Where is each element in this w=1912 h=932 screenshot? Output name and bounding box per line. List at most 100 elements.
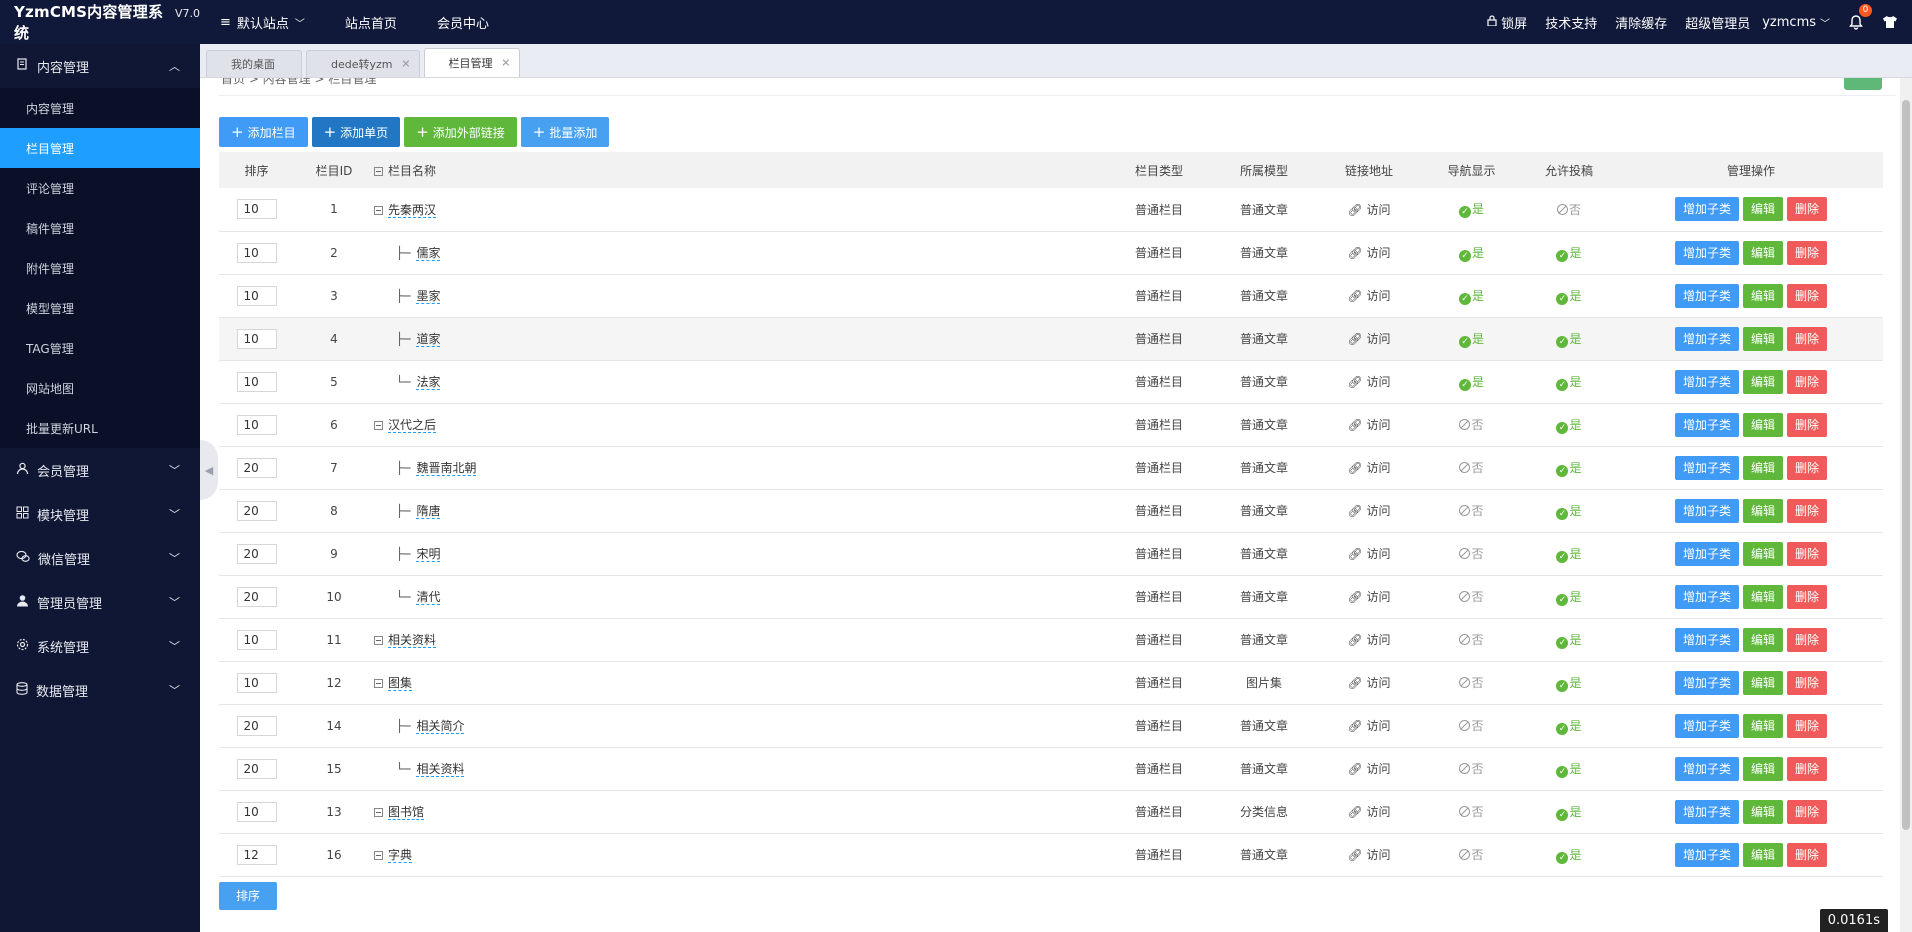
status-yes[interactable]: ✓ 是 [1458,289,1484,305]
clear-cache-button[interactable]: 清除缓存 [1615,13,1667,32]
category-name-link[interactable]: 清代 [416,590,441,605]
visit-link[interactable]: 🔗︎ 访问 [1347,375,1390,389]
edit-button[interactable]: 编辑 [1742,713,1783,738]
delete-button[interactable]: 删除 [1787,541,1828,566]
status-no[interactable]: 否 [1459,805,1484,819]
tech-support-link[interactable]: 技术支持 [1545,13,1597,32]
add-child-button[interactable]: 增加子类 [1674,455,1739,480]
visit-link[interactable]: 🔗︎ 访问 [1347,332,1390,346]
add-child-button[interactable]: 增加子类 [1674,799,1739,824]
sidebar-section-data[interactable]: 数据管理 ﹀ [0,668,200,712]
category-name-link[interactable]: 魏晋南北朝 [416,461,477,476]
add-child-button[interactable]: 增加子类 [1674,283,1739,308]
visit-link[interactable]: 🔗︎ 访问 [1347,418,1390,432]
delete-button[interactable]: 删除 [1787,584,1828,609]
category-name-link[interactable]: 宋明 [416,547,441,562]
edit-button[interactable]: 编辑 [1742,412,1783,437]
sidebar-item-category[interactable]: 栏目管理 [0,128,200,168]
status-no[interactable]: 否 [1459,547,1484,561]
visit-link[interactable]: 🔗︎ 访问 [1347,762,1390,776]
order-input[interactable] [236,199,277,220]
add-category-button[interactable]: + 添加栏目 [219,117,308,147]
category-name-link[interactable]: 相关资料 [416,762,465,777]
status-no[interactable]: 否 [1459,762,1484,776]
category-name-link[interactable]: 道家 [416,332,441,347]
edit-button[interactable]: 编辑 [1742,197,1783,222]
status-yes[interactable]: ✓ 是 [1556,504,1582,520]
status-yes[interactable]: ✓ 是 [1556,461,1582,477]
order-input[interactable] [236,844,277,865]
edit-button[interactable]: 编辑 [1742,283,1783,308]
delete-button[interactable]: 删除 [1787,197,1828,222]
category-name-link[interactable]: 法家 [416,375,441,390]
page-scrollbar[interactable] [1900,78,1912,932]
status-no[interactable]: 否 [1556,203,1581,217]
status-yes[interactable]: ✓ 是 [1556,590,1582,606]
sidebar-item-comments[interactable]: 评论管理 [0,168,200,208]
sort-button[interactable]: 排序 [219,881,278,910]
scrollbar-thumb[interactable] [1902,100,1910,830]
order-input[interactable] [236,801,277,822]
add-page-button[interactable]: + 添加单页 [311,117,401,147]
collapse-all-icon[interactable] [374,166,383,176]
order-input[interactable] [236,414,277,435]
visit-link[interactable]: 🔗︎ 访问 [1347,805,1390,819]
order-input[interactable] [236,242,277,263]
sidebar-item-content[interactable]: 内容管理 [0,88,200,128]
add-child-button[interactable]: 增加子类 [1674,369,1739,394]
refresh-button[interactable] [1844,78,1882,90]
visit-link[interactable]: 🔗︎ 访问 [1347,719,1390,733]
visit-link[interactable]: 🔗︎ 访问 [1347,461,1390,475]
edit-button[interactable]: 编辑 [1742,842,1783,867]
visit-link[interactable]: 🔗︎ 访问 [1347,289,1390,303]
delete-button[interactable]: 删除 [1787,283,1828,308]
add-child-button[interactable]: 增加子类 [1674,670,1739,695]
status-yes[interactable]: ✓ 是 [1556,719,1582,735]
sidebar-item-manuscripts[interactable]: 稿件管理 [0,208,200,248]
edit-button[interactable]: 编辑 [1742,670,1783,695]
category-name-link[interactable]: 相关简介 [416,719,465,734]
visit-link[interactable]: 🔗︎ 访问 [1347,676,1390,690]
collapse-icon[interactable] [374,421,383,430]
order-input[interactable] [236,672,277,693]
category-name-link[interactable]: 相关资料 [388,633,437,648]
tab-category[interactable]: 栏目管理 ✕ [423,48,520,77]
collapse-icon[interactable] [374,679,383,688]
category-name-link[interactable]: 隋唐 [416,504,441,519]
sidebar-section-modules[interactable]: 模块管理 ﹀ [0,492,200,536]
edit-button[interactable]: 编辑 [1742,455,1783,480]
order-input[interactable] [236,285,277,306]
sidebar-section-admins[interactable]: 管理员管理 ﹀ [0,580,200,624]
order-input[interactable] [236,715,277,736]
status-no[interactable]: 否 [1459,719,1484,733]
collapse-icon[interactable] [374,205,383,215]
lock-screen-button[interactable]: 锁屏 [1487,13,1527,32]
delete-button[interactable]: 删除 [1787,713,1828,738]
member-center-link[interactable]: 会员中心 [417,0,509,44]
edit-button[interactable]: 编辑 [1742,627,1783,652]
sidebar-section-wechat[interactable]: 微信管理 ﹀ [0,536,200,580]
site-switcher[interactable]: ≡ 默认站点 ﹀ [200,0,325,44]
delete-button[interactable]: 删除 [1787,369,1828,394]
sidebar-section-content[interactable]: 内容管理 ︿ [0,44,200,88]
status-yes[interactable]: ✓ 是 [1556,805,1582,821]
status-yes[interactable]: ✓ 是 [1556,676,1582,692]
visit-link[interactable]: 🔗︎ 访问 [1347,848,1390,862]
notification-button[interactable]: 0 [1848,4,1872,30]
add-child-button[interactable]: 增加子类 [1674,498,1739,523]
status-no[interactable]: 否 [1459,418,1484,432]
sidebar-item-sitemap[interactable]: 网站地图 [0,368,200,408]
edit-button[interactable]: 编辑 [1742,498,1783,523]
category-name-link[interactable]: 汉代之后 [388,418,437,433]
status-yes[interactable]: ✓ 是 [1556,418,1582,434]
delete-button[interactable]: 删除 [1787,670,1828,695]
add-child-button[interactable]: 增加子类 [1674,541,1739,566]
visit-link[interactable]: 🔗︎ 访问 [1347,203,1390,217]
delete-button[interactable]: 删除 [1787,756,1828,781]
category-name-link[interactable]: 儒家 [416,246,441,261]
status-yes[interactable]: ✓ 是 [1458,375,1484,391]
order-input[interactable] [236,629,277,650]
edit-button[interactable]: 编辑 [1742,799,1783,824]
category-name-link[interactable]: 墨家 [416,289,441,304]
delete-button[interactable]: 删除 [1787,412,1828,437]
